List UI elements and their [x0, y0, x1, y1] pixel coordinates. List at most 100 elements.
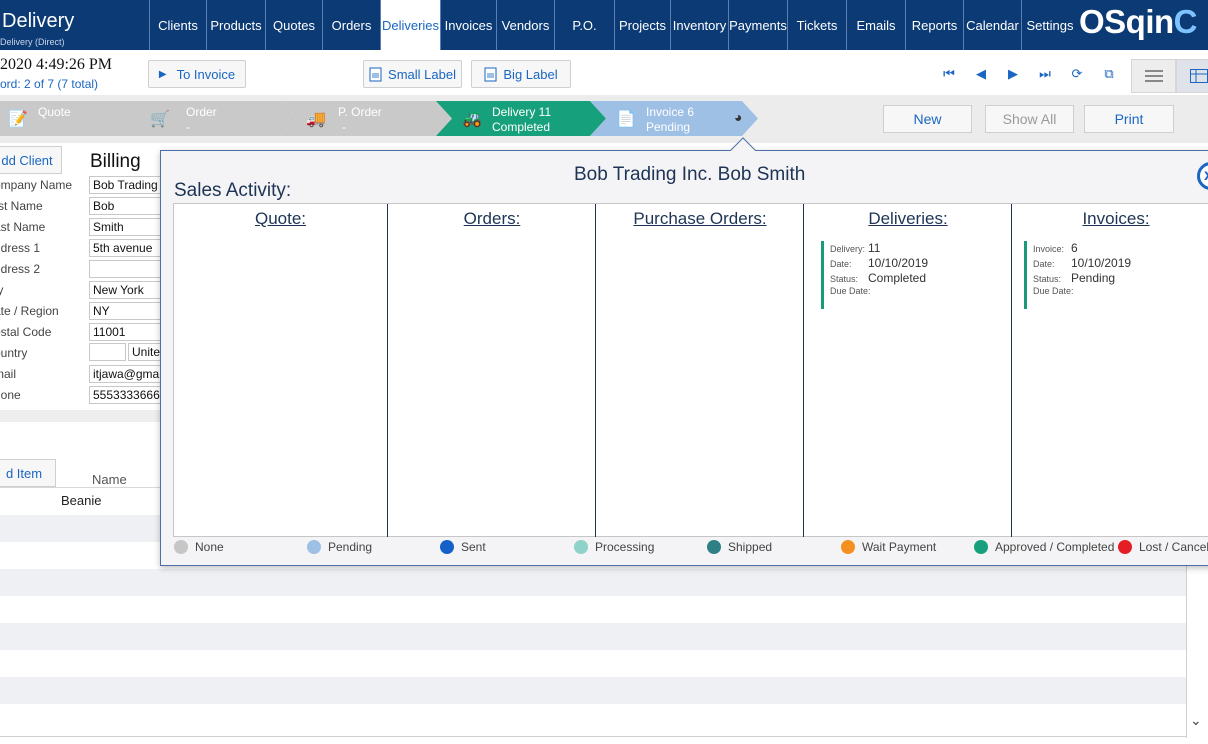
purchase-orders-column	[596, 204, 804, 537]
app-subtitle: Delivery (Direct)	[0, 37, 65, 47]
table-icon	[1189, 69, 1208, 83]
nav-emails[interactable]: Emails	[846, 0, 905, 50]
postal-code-field[interactable]: 11001	[89, 323, 165, 341]
email-field[interactable]: itjawa@gma	[89, 365, 165, 383]
nav-projects[interactable]: Projects	[614, 0, 670, 50]
nav-tickets[interactable]: Tickets	[787, 0, 846, 50]
quote-column	[173, 204, 388, 537]
nav-reports[interactable]: Reports	[905, 0, 963, 50]
prev-record-icon[interactable]: ◀	[974, 66, 988, 82]
nav-settings[interactable]: Settings	[1021, 0, 1078, 50]
nav-orders[interactable]: Orders	[322, 0, 380, 50]
company-name-field[interactable]: Bob Trading	[89, 176, 165, 194]
add-item-button[interactable]: d Item	[0, 459, 56, 487]
delivery-record[interactable]: Delivery: 11 Date: 10/10/2019 Status: Compl…	[821, 241, 991, 309]
status-dot-icon	[1118, 540, 1132, 554]
invoices-column-title: Invoices:	[1082, 209, 1150, 228]
last-record-icon[interactable]: ⏭	[1038, 66, 1052, 82]
first-name-field[interactable]: Bob	[89, 197, 165, 215]
workflow-step-quote[interactable]: 📝 Quote	[0, 101, 142, 136]
country-code-field[interactable]	[89, 343, 126, 361]
cart-icon: 🛒	[150, 111, 170, 128]
delivery-status: Completed	[868, 271, 927, 285]
refresh-icon[interactable]: ⟳	[1070, 66, 1084, 82]
current-datetime: 2020 4:49:26 PM	[0, 56, 113, 73]
table-row	[0, 677, 1186, 704]
nav-invoices[interactable]: Invoices	[440, 0, 496, 50]
small-label-button[interactable]: Small Label	[363, 60, 462, 88]
nav-deliveries[interactable]: Deliveries	[380, 0, 440, 50]
state-region-field[interactable]: NY	[89, 302, 165, 320]
orders-column	[388, 204, 596, 537]
last-name-field[interactable]: Smith	[89, 218, 165, 236]
workflow-step-purchase-order[interactable]: 🚚 P. Order -	[280, 101, 452, 136]
state-region-label: ate / Region	[0, 304, 59, 318]
workflow-step-order[interactable]: 🛒 Order -	[124, 101, 296, 136]
city-field[interactable]: New York	[89, 281, 165, 299]
nav-payments[interactable]: Payments	[728, 0, 787, 50]
last-name-label: ast Name	[0, 220, 46, 234]
orders-column-title: Orders:	[463, 209, 521, 228]
label-doc-icon	[369, 67, 382, 81]
status-dot-icon	[974, 540, 988, 554]
invoice-doc-icon: 📄	[616, 111, 636, 128]
nav-po[interactable]: P.O.	[554, 0, 614, 50]
chevron-down-icon[interactable]: ⌄	[1190, 712, 1202, 729]
table-row	[0, 650, 1186, 677]
legend-approved-completed: Approved / Completed	[974, 539, 1114, 555]
quote-column-title: Quote:	[254, 209, 307, 228]
address2-label: ddress 2	[0, 262, 41, 276]
legend-none: None	[174, 539, 224, 555]
forklift-icon: 🚜	[462, 111, 482, 128]
top-nav-bar: Delivery Delivery (Direct) Clients Produ…	[0, 0, 1208, 50]
item-name-cell: Beanie	[61, 493, 102, 508]
big-label-button[interactable]: Big Label	[471, 60, 571, 88]
to-invoice-button[interactable]: ▶ To Invoice	[148, 60, 246, 88]
phone-field[interactable]: 5553333666	[89, 386, 165, 404]
phone-label: hone	[0, 388, 21, 402]
nav-vendors[interactable]: Vendors	[496, 0, 554, 50]
label-doc-icon	[484, 67, 497, 81]
add-client-button[interactable]: dd Client	[0, 146, 62, 174]
app-title: Delivery	[2, 10, 75, 32]
invoice-record[interactable]: Invoice: 6 Date: 10/10/2019 Status: Pending…	[1024, 241, 1194, 309]
city-label: ty	[0, 283, 4, 297]
workflow-step-invoice[interactable]: 📄 Invoice 6 Pending ◕	[590, 101, 758, 136]
show-all-button[interactable]: Show All	[985, 105, 1074, 133]
company-name-label: ompany Name	[0, 178, 73, 192]
postal-code-label: ostal Code	[0, 325, 52, 339]
table-row	[0, 704, 1186, 731]
workflow-step-delivery[interactable]: 🚜 Delivery 11 Completed	[436, 101, 606, 136]
table-row	[0, 569, 1186, 596]
play-icon: ▶	[158, 68, 167, 80]
billing-heading: Billing	[90, 151, 141, 172]
legend-wait-payment: Wait Payment	[841, 539, 936, 555]
nav-quotes[interactable]: Quotes	[265, 0, 322, 50]
truck-icon: 🚚	[306, 111, 326, 128]
list-view-button[interactable]	[1131, 59, 1176, 93]
nav-products[interactable]: Products	[206, 0, 265, 50]
table-row	[0, 596, 1186, 623]
first-name-label: rst Name	[0, 199, 43, 213]
new-button[interactable]: New	[883, 105, 972, 133]
delivery-number: 11	[868, 241, 881, 255]
record-counter: ord: 2 of 7 (7 total)	[0, 77, 99, 91]
legend-pending: Pending	[307, 539, 372, 555]
first-record-icon[interactable]: ⏮	[942, 66, 956, 82]
list-icon	[1144, 70, 1163, 82]
grid-view-button[interactable]	[1176, 59, 1208, 93]
status-dot-icon	[574, 540, 588, 554]
purchase-orders-column-title: Purchase Orders:	[633, 209, 767, 228]
address2-field[interactable]	[89, 260, 165, 278]
address1-field[interactable]: 5th avenue	[89, 239, 165, 257]
nav-calendar[interactable]: Calendar	[963, 0, 1021, 50]
external-link-icon[interactable]: ⧉	[1102, 66, 1116, 82]
nav-clients[interactable]: Clients	[149, 0, 206, 50]
print-button[interactable]: Print	[1084, 105, 1174, 133]
next-record-icon[interactable]: ▶	[1006, 66, 1020, 82]
lightbulb-icon[interactable]: ◕	[734, 109, 742, 125]
status-dot-icon	[174, 540, 188, 554]
items-name-header: Name	[92, 472, 127, 487]
legend-sent: Sent	[440, 539, 486, 555]
nav-inventory[interactable]: Inventory	[670, 0, 728, 50]
